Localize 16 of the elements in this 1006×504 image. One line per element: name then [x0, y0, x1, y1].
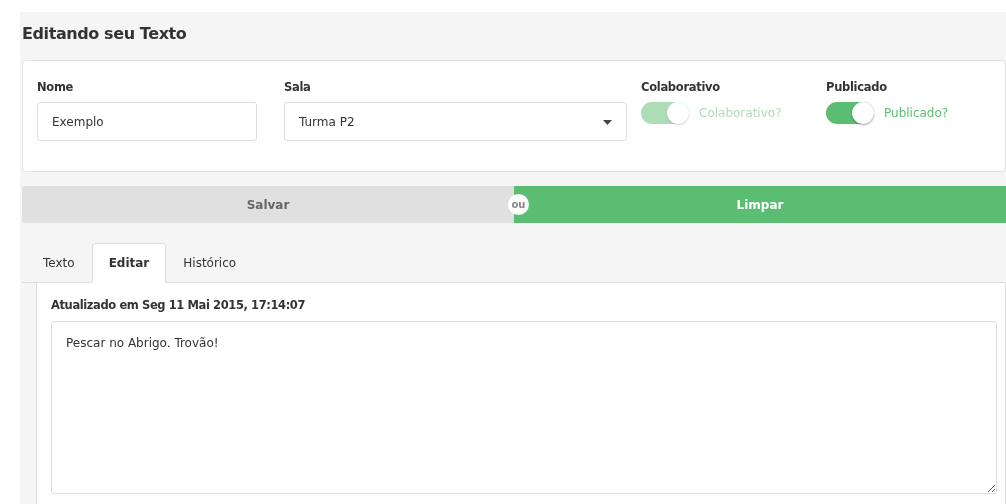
field-label: Colaborativo — [641, 79, 721, 96]
page-title: Editando seu Texto — [22, 23, 188, 45]
caret-icon — [603, 120, 612, 126]
updated-text: Atualizado em Seg 11 Mai 2015, 17:14:07 — [51, 297, 307, 315]
field-label: Nome — [37, 79, 75, 96]
tab[interactable]: Editar — [91, 243, 167, 284]
toggle-label: Publicado? — [884, 105, 949, 123]
field-label: Publicado — [826, 79, 888, 96]
tab[interactable]: Histórico — [166, 243, 254, 284]
field-label: Sala — [284, 79, 312, 96]
toggle-label: Colaborativo? — [699, 105, 782, 123]
text-editor[interactable]: Pescar no Abrigo. Trovão! — [51, 320, 997, 494]
tab[interactable]: Texto — [26, 243, 92, 284]
name-field[interactable]: Exemplo — [37, 102, 257, 142]
room-select[interactable]: Turma P2 — [284, 102, 627, 142]
toggle-switch[interactable] — [826, 102, 874, 125]
